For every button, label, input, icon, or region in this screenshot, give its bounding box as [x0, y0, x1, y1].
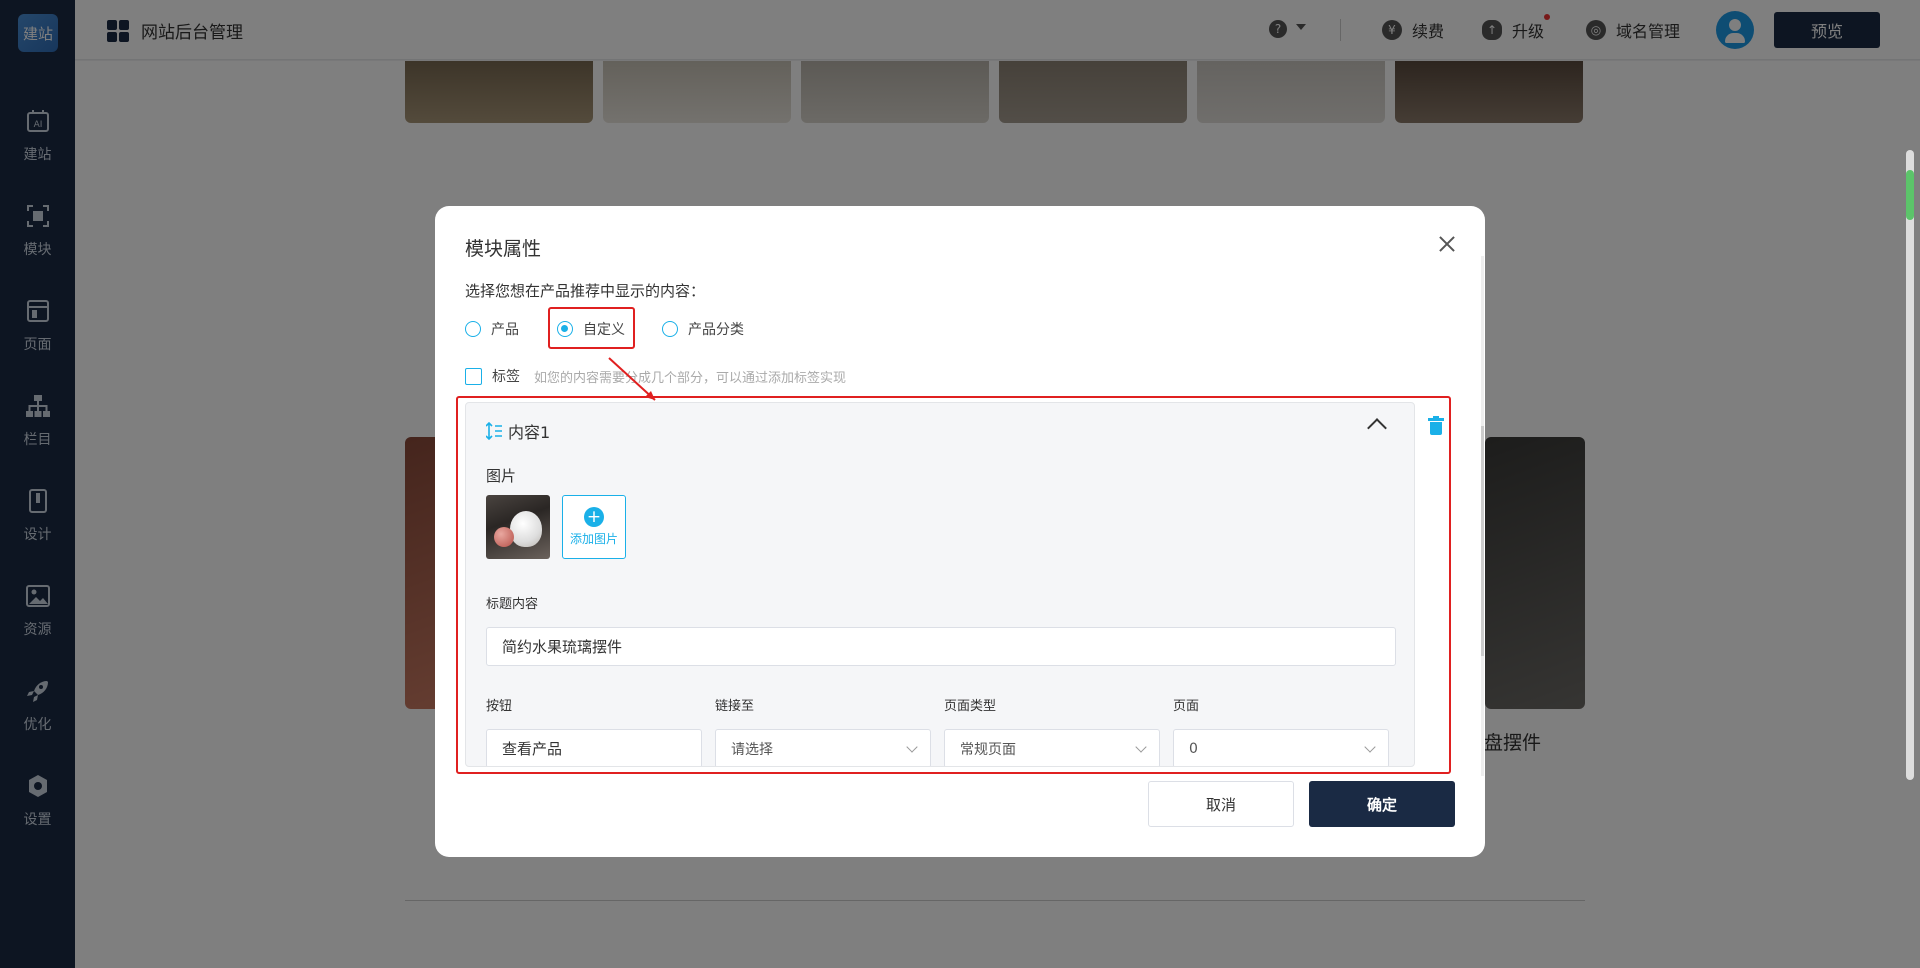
cancel-button[interactable]: 取消: [1148, 781, 1294, 827]
confirm-button[interactable]: 确定: [1309, 781, 1455, 827]
radio-button[interactable]: [662, 321, 678, 337]
radio-label: 产品: [491, 322, 519, 338]
highlight-box: [456, 396, 1451, 774]
radio-label: 产品分类: [688, 322, 744, 338]
tag-label: 标签: [492, 369, 520, 385]
tag-hint: 如您的内容需要分成几个部分，可以通过添加标签实现: [534, 370, 847, 386]
dialog-title: 模块属性: [465, 238, 542, 260]
page-scrollbar[interactable]: [1906, 150, 1914, 780]
radio-product[interactable]: 产品: [465, 319, 519, 339]
module-properties-dialog: 模块属性 选择您想在产品推荐中显示的内容： 产品 自定义 产品分类 标签 如您的…: [435, 206, 1485, 857]
highlight-box: [548, 307, 635, 349]
radio-product-category[interactable]: 产品分类: [662, 319, 744, 339]
tag-checkbox[interactable]: [465, 367, 482, 385]
close-icon[interactable]: [1435, 232, 1459, 256]
radio-button[interactable]: [465, 321, 481, 337]
dialog-scrollbar[interactable]: [1481, 256, 1484, 776]
content-prompt: 选择您想在产品推荐中显示的内容：: [465, 282, 706, 300]
trash-icon[interactable]: [1428, 416, 1444, 435]
